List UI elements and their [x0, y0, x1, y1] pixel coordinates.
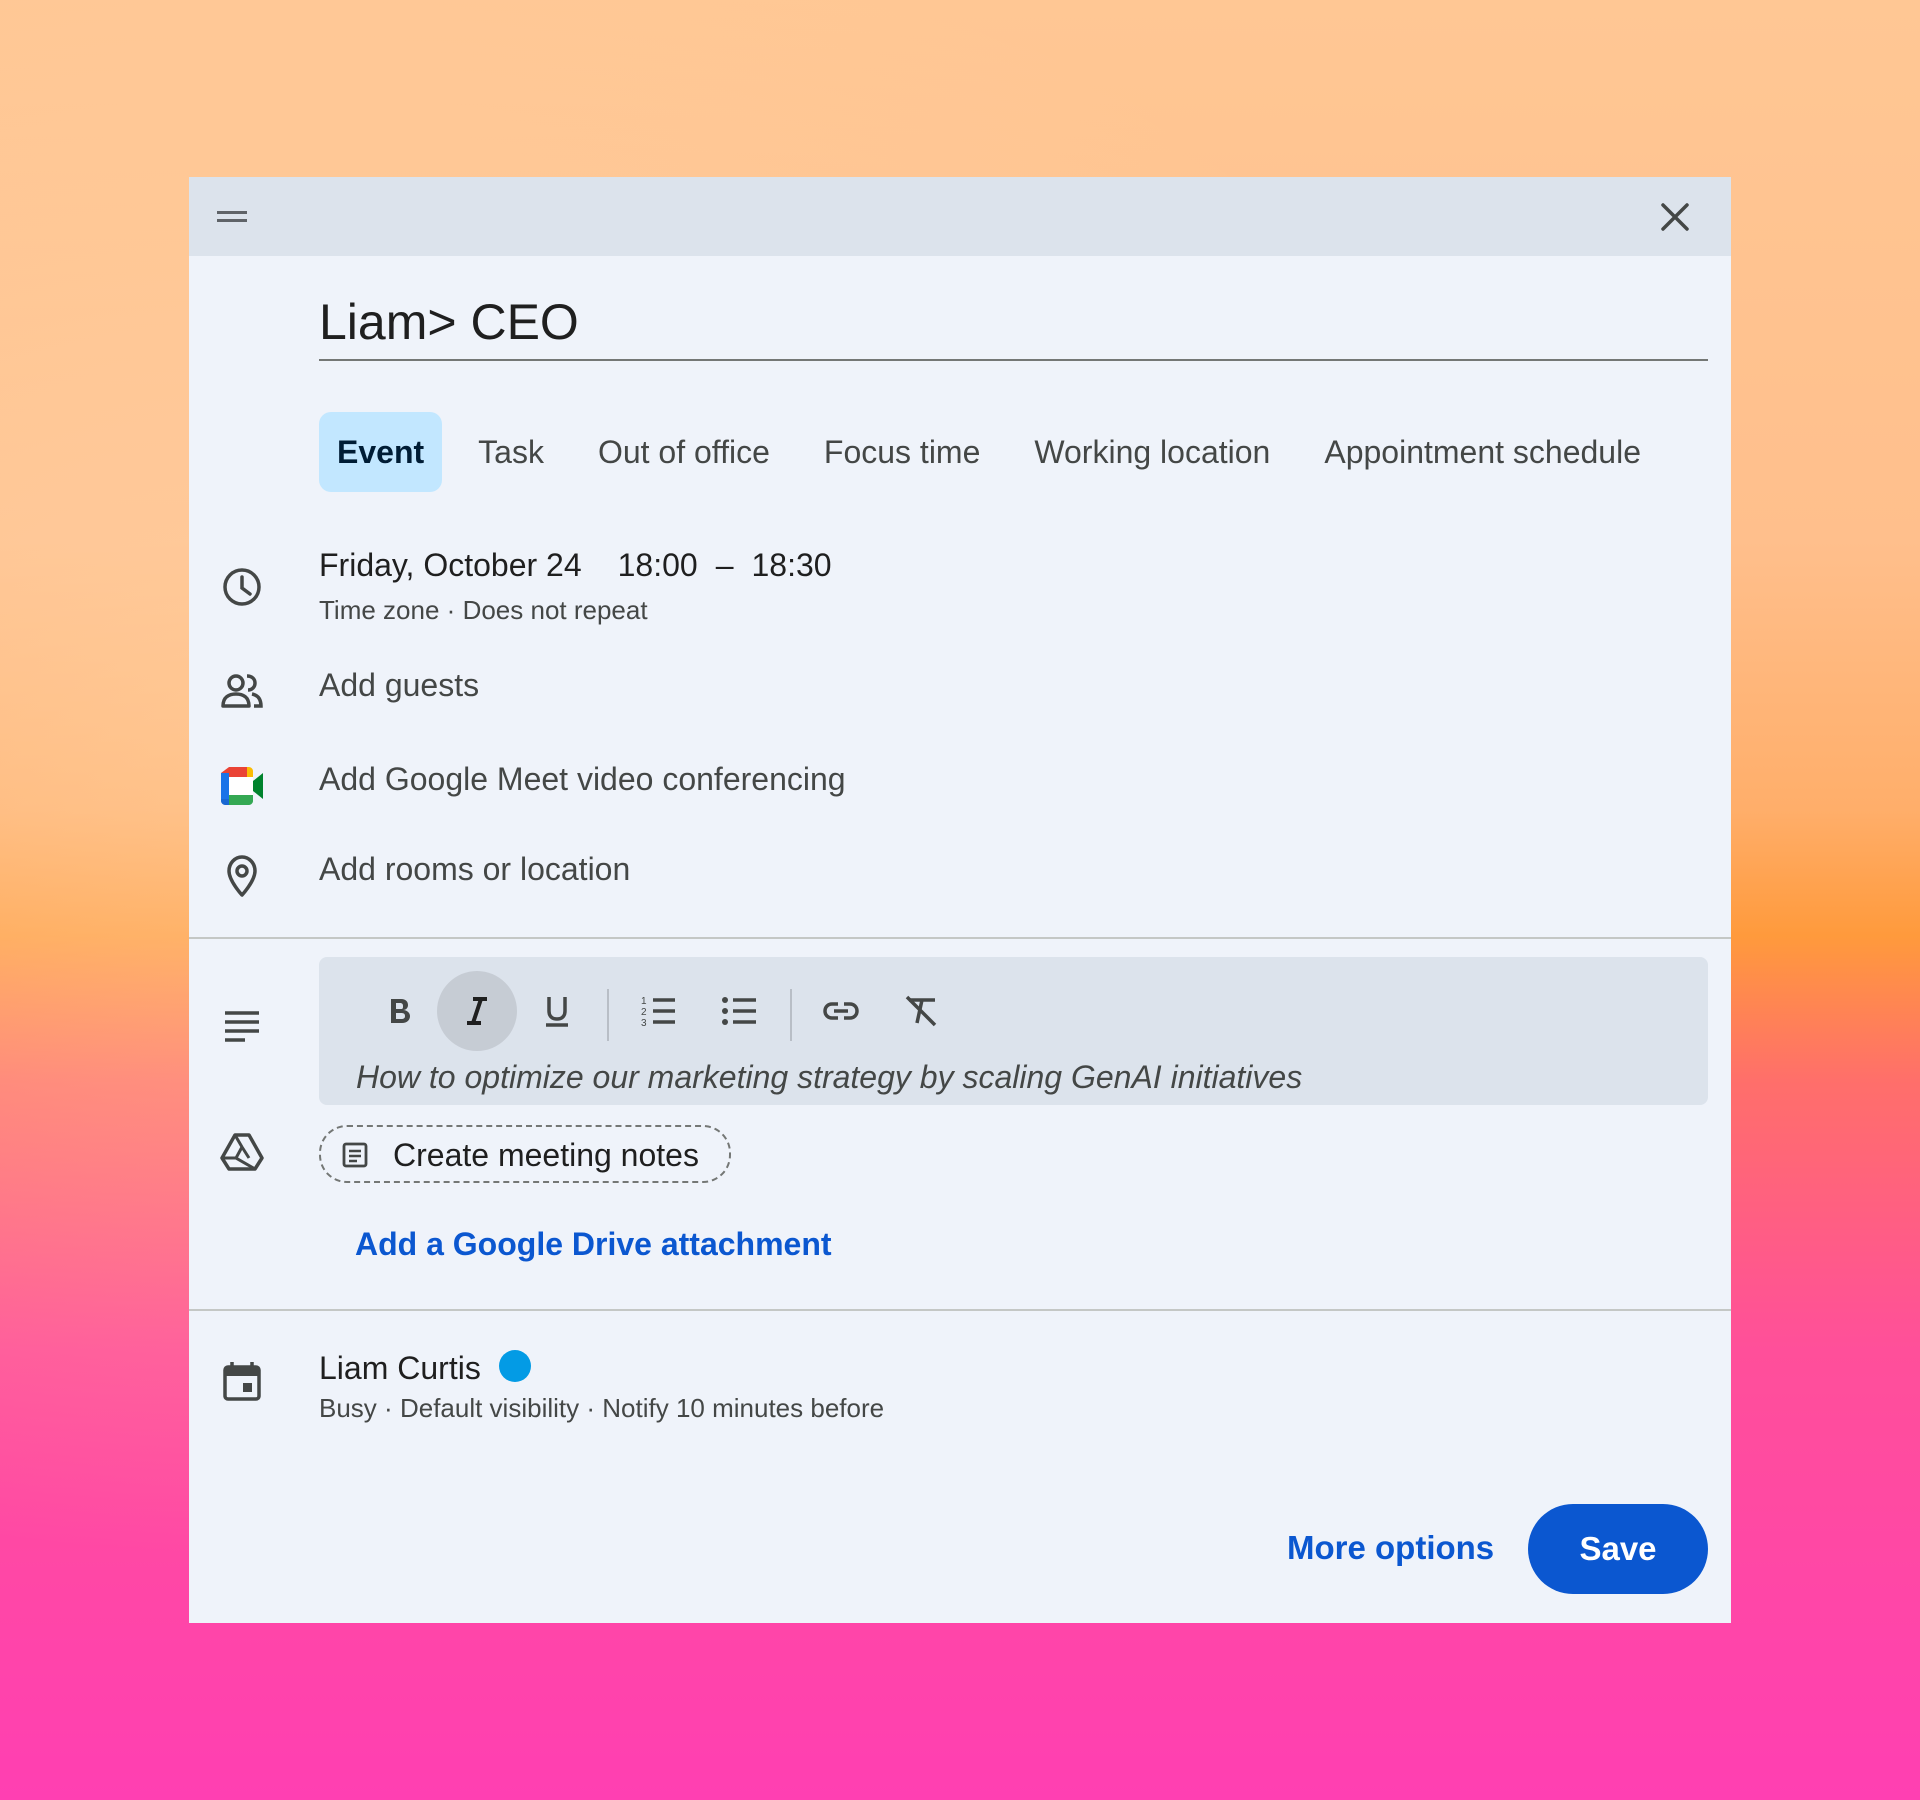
- description-editor[interactable]: 1 2 3 How to optimize our marketing stra…: [319, 957, 1708, 1105]
- tab-working-location[interactable]: Working location: [1016, 412, 1288, 492]
- calendar-owner-name[interactable]: Liam Curtis: [319, 1350, 481, 1387]
- toolbar-separator: [607, 989, 609, 1041]
- link-button[interactable]: [801, 971, 881, 1051]
- tab-focus-time[interactable]: Focus time: [806, 412, 998, 492]
- link-icon: [823, 1002, 859, 1020]
- save-button[interactable]: Save: [1528, 1504, 1708, 1594]
- clock-icon: [223, 568, 261, 606]
- bold-icon: [391, 999, 410, 1023]
- underline-button[interactable]: [517, 971, 597, 1051]
- notification-setting[interactable]: Notify 10 minutes before: [602, 1393, 884, 1423]
- svg-text:1: 1: [641, 996, 647, 1007]
- bulleted-list-icon: [722, 997, 756, 1025]
- section-divider: [189, 937, 1731, 939]
- separator-dot: ·: [384, 1393, 393, 1423]
- clear-formatting-icon: [905, 995, 937, 1027]
- event-type-tabs: Event Task Out of office Focus time Work…: [319, 412, 1677, 492]
- tab-out-of-office[interactable]: Out of office: [580, 412, 788, 492]
- dialog-titlebar[interactable]: [189, 177, 1731, 256]
- tab-event[interactable]: Event: [319, 412, 443, 492]
- add-location-field[interactable]: Add rooms or location: [319, 851, 630, 888]
- busy-status[interactable]: Busy: [319, 1393, 377, 1423]
- description-icon: [225, 1011, 259, 1042]
- bulleted-list-button[interactable]: [699, 971, 779, 1051]
- event-dialog: Liam> CEO Event Task Out of office Focus…: [189, 177, 1731, 1623]
- italic-button[interactable]: [437, 971, 517, 1051]
- bold-button[interactable]: [359, 971, 439, 1051]
- add-guests-field[interactable]: Add guests: [319, 667, 479, 704]
- section-divider: [189, 1309, 1731, 1311]
- repeat-link[interactable]: Does not repeat: [463, 595, 648, 625]
- create-meeting-notes-label: Create meeting notes: [393, 1137, 699, 1173]
- separator-dot: ·: [586, 1393, 596, 1423]
- underline-icon: [546, 997, 568, 1027]
- calendar-settings-line: Busy · Default visibility · Notify 10 mi…: [319, 1393, 884, 1424]
- google-meet-icon: [221, 767, 263, 805]
- toolbar-separator: [790, 989, 792, 1041]
- location-pin-icon: [227, 855, 257, 897]
- clear-formatting-button[interactable]: [881, 971, 961, 1051]
- close-icon[interactable]: [1655, 197, 1695, 237]
- italic-icon: [467, 997, 487, 1025]
- calendar-color-dot[interactable]: [499, 1350, 531, 1382]
- numbered-list-button[interactable]: 1 2 3: [618, 971, 698, 1051]
- add-drive-attachment-link[interactable]: Add a Google Drive attachment: [355, 1226, 832, 1263]
- timezone-link[interactable]: Time zone: [319, 595, 439, 625]
- time-separator: –: [715, 547, 734, 583]
- datetime-options: Time zone · Does not repeat: [319, 595, 648, 626]
- separator-dot: ·: [446, 595, 456, 625]
- notes-doc-icon: [342, 1142, 368, 1168]
- event-title-input[interactable]: Liam> CEO: [319, 295, 1708, 361]
- numbered-list-icon: 1 2 3: [641, 996, 675, 1029]
- event-date[interactable]: Friday, October 24: [319, 547, 582, 583]
- calendar-icon: [223, 1362, 261, 1401]
- svg-text:3: 3: [641, 1018, 647, 1029]
- tab-task[interactable]: Task: [460, 412, 562, 492]
- tab-appointment-schedule[interactable]: Appointment schedule: [1306, 412, 1659, 492]
- svg-text:2: 2: [641, 1007, 647, 1018]
- create-meeting-notes-button[interactable]: Create meeting notes: [319, 1125, 731, 1183]
- drag-handle-icon[interactable]: [215, 205, 249, 229]
- datetime-selector[interactable]: Friday, October 24 18:00–18:30: [319, 547, 832, 584]
- more-options-button[interactable]: More options: [1287, 1529, 1494, 1567]
- visibility-setting[interactable]: Default visibility: [400, 1393, 579, 1423]
- add-meet-button[interactable]: Add Google Meet video conferencing: [319, 761, 846, 798]
- google-drive-icon: [220, 1133, 264, 1171]
- people-icon: [221, 674, 263, 708]
- start-time[interactable]: 18:00: [618, 547, 698, 583]
- description-text[interactable]: How to optimize our marketing strategy b…: [356, 1059, 1302, 1096]
- end-time[interactable]: 18:30: [752, 547, 832, 583]
